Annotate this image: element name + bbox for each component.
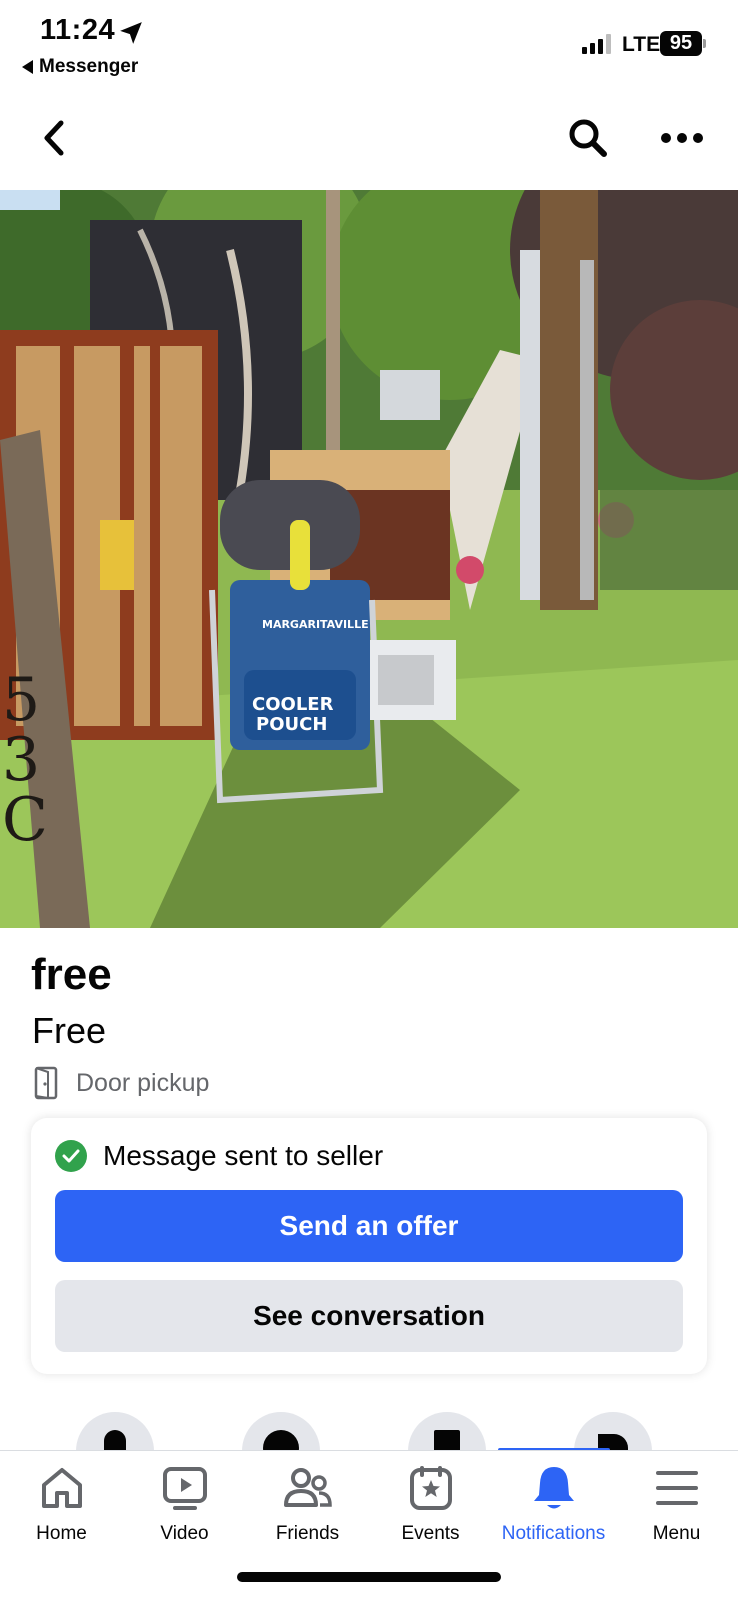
listing-title: free bbox=[31, 950, 112, 999]
bell-icon bbox=[529, 1463, 579, 1513]
pickup-label: Door pickup bbox=[76, 1068, 210, 1097]
svg-text:POUCH: POUCH bbox=[256, 714, 327, 735]
save-button[interactable] bbox=[408, 1412, 486, 1452]
tab-friends-label: Friends bbox=[275, 1523, 340, 1544]
tab-video-label: Video bbox=[160, 1523, 209, 1544]
message-status: Message sent to seller bbox=[55, 1140, 383, 1172]
location-arrow-icon bbox=[120, 22, 142, 44]
back-triangle-icon bbox=[22, 60, 33, 74]
alert-button[interactable] bbox=[76, 1412, 154, 1452]
friends-icon bbox=[283, 1463, 333, 1513]
door-icon bbox=[34, 1066, 58, 1100]
send-offer-button[interactable]: Send an offer bbox=[55, 1190, 683, 1262]
pickup-info: Door pickup bbox=[34, 1066, 209, 1100]
tab-video[interactable]: Video bbox=[123, 1463, 246, 1563]
battery-level: 95 bbox=[660, 31, 702, 56]
tab-notifications[interactable]: Notifications bbox=[492, 1463, 615, 1563]
more-horizontal-icon bbox=[661, 133, 703, 143]
tab-notifications-label: Notifications bbox=[501, 1523, 606, 1544]
network-type: LTE bbox=[622, 33, 661, 56]
menu-icon bbox=[652, 1463, 702, 1513]
tab-friends[interactable]: Friends bbox=[246, 1463, 369, 1563]
chevron-left-icon bbox=[44, 120, 64, 156]
video-icon bbox=[160, 1463, 210, 1513]
status-time: 11:24 bbox=[40, 14, 116, 46]
listing-photo-image: 5 3 C COOLER POUCH MARGARITAVILLE bbox=[0, 190, 738, 928]
home-indicator[interactable] bbox=[237, 1572, 501, 1582]
share-button[interactable] bbox=[574, 1412, 652, 1452]
listing-photo[interactable]: 5 3 C COOLER POUCH MARGARITAVILLE bbox=[0, 190, 738, 928]
bell-icon bbox=[104, 1430, 126, 1452]
listing-header bbox=[0, 96, 738, 180]
events-icon bbox=[406, 1463, 456, 1513]
svg-text:C: C bbox=[2, 785, 48, 855]
tab-home-label: Home bbox=[36, 1523, 87, 1544]
tab-menu-label: Menu bbox=[652, 1523, 701, 1544]
battery-icon: 95 bbox=[660, 31, 706, 56]
status-bar: 11:24 Messenger LTE 95 bbox=[0, 0, 738, 86]
see-conversation-button[interactable]: See conversation bbox=[55, 1280, 683, 1352]
back-to-app-link[interactable]: Messenger bbox=[22, 56, 138, 78]
listing-price: Free bbox=[32, 1010, 107, 1051]
svg-text:COOLER: COOLER bbox=[252, 694, 334, 715]
back-app-label: Messenger bbox=[39, 56, 139, 77]
listing-actions bbox=[0, 1412, 738, 1452]
search-icon bbox=[569, 119, 607, 157]
messenger-button[interactable] bbox=[242, 1412, 320, 1452]
tab-events-label: Events bbox=[401, 1523, 460, 1544]
cellular-signal-icon bbox=[582, 34, 611, 54]
svg-text:MARGARITAVILLE: MARGARITAVILLE bbox=[262, 618, 369, 631]
tab-home[interactable]: Home bbox=[0, 1463, 123, 1563]
messenger-icon bbox=[263, 1430, 299, 1452]
tab-events[interactable]: Events bbox=[369, 1463, 492, 1563]
message-status-text: Message sent to seller bbox=[103, 1140, 384, 1171]
message-card: Message sent to seller Send an offer See… bbox=[31, 1118, 707, 1374]
check-circle-icon bbox=[55, 1140, 87, 1172]
tab-menu[interactable]: Menu bbox=[615, 1463, 738, 1563]
bookmark-icon bbox=[434, 1430, 460, 1452]
search-button[interactable] bbox=[560, 110, 616, 166]
more-options-button[interactable] bbox=[654, 110, 710, 166]
home-icon bbox=[37, 1463, 87, 1513]
back-button[interactable] bbox=[26, 110, 82, 166]
